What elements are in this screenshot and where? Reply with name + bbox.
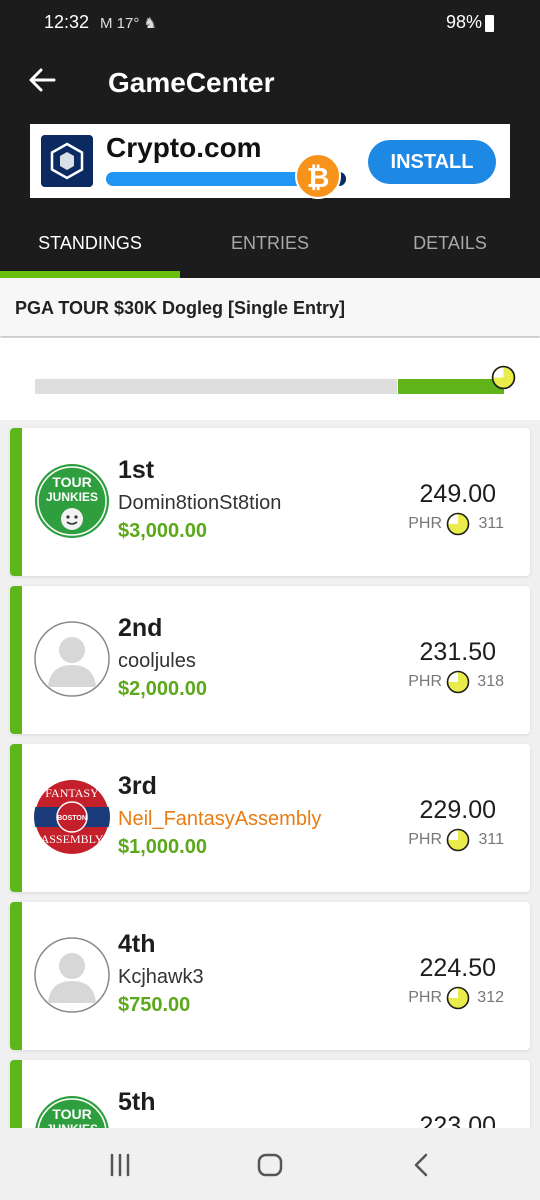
logo-top-text: FANTASY [45, 786, 99, 800]
logo-text-line2: JUNKIES [46, 490, 98, 504]
standing-card[interactable]: TOUR JUNKIES 5th 223.00 [10, 1060, 530, 1128]
phr-label: PHR [408, 515, 442, 532]
standing-card[interactable]: 2nd cooljules $2,000.00 231.50 PHR 318 [10, 586, 530, 734]
phr-row: PHR 318 [394, 670, 504, 694]
tab-standings[interactable]: STANDINGS [0, 222, 180, 278]
rank-label: 3rd [118, 772, 157, 800]
progress-track [35, 379, 397, 394]
bitcoin-icon: ₿ [295, 153, 341, 199]
phr-label: PHR [408, 831, 442, 848]
status-time: 12:32 [44, 12, 90, 32]
standing-card[interactable]: 4th Kcjhawk3 $750.00 224.50 PHR 312 [10, 902, 530, 1050]
card-accent [10, 744, 22, 892]
username: Neil_FantasyAssembly [118, 808, 322, 830]
card-accent [10, 902, 22, 1050]
logo-center-text: BOSTON [57, 815, 87, 822]
home-icon[interactable] [255, 1150, 285, 1180]
app-bar: GameCenter Crypto.com ₿ INSTALL STANDING… [0, 40, 540, 278]
rank-label: 4th [118, 930, 156, 958]
system-nav-bar [0, 1128, 540, 1200]
default-avatar-icon [34, 621, 110, 697]
points-total: 224.50 [419, 954, 496, 982]
battery-icon [485, 15, 494, 32]
phr-label: PHR [408, 673, 442, 690]
card-accent [10, 428, 22, 576]
logo-text-line1: TOUR [52, 474, 91, 490]
phr-clock-icon [446, 986, 470, 1010]
crypto-com-logo-icon [41, 135, 93, 187]
ad-brand-name: Crypto.com [106, 132, 262, 163]
phr-value: 318 [477, 673, 504, 690]
phr-value: 311 [478, 831, 504, 848]
fantasy-assembly-logo-icon: FANTASY BOSTON ASSEMBLY [34, 780, 110, 854]
tour-junkies-logo-icon: TOUR JUNKIES [35, 464, 109, 538]
tab-bar: STANDINGS ENTRIES DETAILS [0, 222, 540, 278]
tab-entries[interactable]: ENTRIES [180, 222, 360, 278]
progress-clock-icon [491, 365, 516, 390]
tour-junkies-logo-icon: TOUR JUNKIES [35, 1096, 109, 1128]
username: cooljules [118, 650, 196, 672]
recent-apps-icon[interactable] [105, 1150, 135, 1180]
notification-icons: M 17° ♞ [100, 15, 157, 32]
standing-card[interactable]: FANTASY BOSTON ASSEMBLY 3rd Neil_Fantasy… [10, 744, 530, 892]
prize-amount: $750.00 [118, 994, 191, 1016]
rank-label: 5th [118, 1088, 156, 1116]
logo-text-line1: TOUR [52, 1106, 91, 1122]
phr-value: 311 [478, 515, 504, 532]
points-total: 229.00 [419, 796, 496, 824]
card-accent [10, 1060, 22, 1128]
phr-row: PHR 311 [394, 828, 504, 852]
phr-clock-icon [446, 512, 470, 536]
rank-label: 2nd [118, 614, 163, 642]
status-bar: 12:32 M 17° ♞ 98% [0, 0, 540, 40]
tab-details[interactable]: DETAILS [360, 222, 540, 278]
app-title: GameCenter [108, 67, 275, 98]
default-avatar-icon [34, 937, 110, 1013]
phr-row: PHR 311 [394, 512, 504, 536]
card-accent [10, 586, 22, 734]
points-total: 249.00 [419, 480, 496, 508]
phr-value: 312 [477, 989, 504, 1006]
standings-list: TOUR JUNKIES 1st Domin8tionSt8tion $3,00… [0, 420, 540, 1128]
progress-fill [398, 379, 504, 394]
install-button[interactable]: INSTALL [368, 140, 496, 184]
contest-progress [0, 338, 540, 420]
phr-clock-icon [446, 670, 470, 694]
points-total: 223.00 [419, 1112, 496, 1128]
rank-label: 1st [118, 456, 155, 484]
phr-row: PHR 312 [394, 986, 504, 1010]
active-tab-indicator [0, 271, 180, 278]
points-total: 231.50 [419, 638, 496, 666]
prize-amount: $1,000.00 [118, 836, 207, 858]
logo-bottom-text: ASSEMBLY [41, 832, 104, 846]
phr-clock-icon [446, 828, 470, 852]
phr-label: PHR [408, 989, 442, 1006]
ad-banner[interactable]: Crypto.com ₿ INSTALL [30, 124, 510, 199]
back-arrow-icon[interactable] [28, 66, 56, 94]
username: Kcjhawk3 [118, 966, 204, 988]
standing-card[interactable]: TOUR JUNKIES 1st Domin8tionSt8tion $3,00… [10, 428, 530, 576]
prize-amount: $3,000.00 [118, 520, 207, 542]
contest-title: PGA TOUR $30K Dogleg [Single Entry] [0, 278, 540, 336]
prize-amount: $2,000.00 [118, 678, 207, 700]
battery-percent: 98% [445, 12, 482, 32]
username: Domin8tionSt8tion [118, 492, 282, 514]
back-nav-icon[interactable] [407, 1150, 437, 1180]
